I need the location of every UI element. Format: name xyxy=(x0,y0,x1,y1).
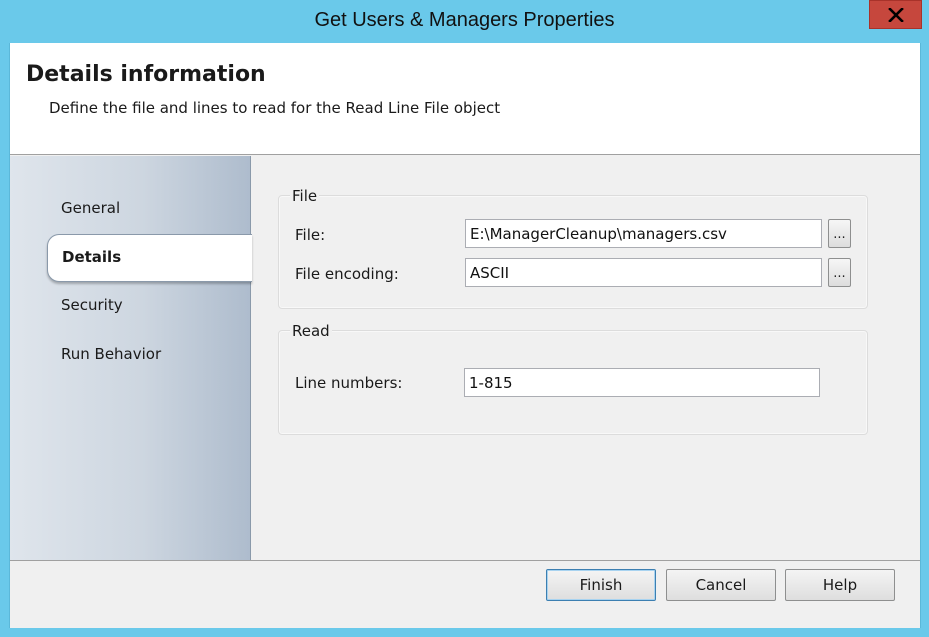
read-group-legend: Read xyxy=(290,322,332,340)
file-browse-button[interactable]: ... xyxy=(828,219,851,248)
close-button[interactable] xyxy=(869,0,922,29)
help-button[interactable]: Help xyxy=(785,569,895,601)
file-encoding-input[interactable] xyxy=(465,258,822,287)
file-encoding-label: File encoding: xyxy=(295,265,399,283)
page-subtitle: Define the file and lines to read for th… xyxy=(49,99,501,117)
sidebar-item-details[interactable]: Details xyxy=(47,234,252,282)
line-numbers-label: Line numbers: xyxy=(295,374,403,392)
dialog-footer: Finish Cancel Help xyxy=(10,560,920,628)
page-title: Details information xyxy=(26,62,266,87)
file-path-input[interactable] xyxy=(465,219,822,248)
sidebar-item-run-behavior[interactable]: Run Behavior xyxy=(61,345,161,363)
dialog-window: Details information Define the file and … xyxy=(9,43,921,628)
sidebar-item-security[interactable]: Security xyxy=(61,296,123,314)
file-label: File: xyxy=(295,226,326,244)
file-group-legend: File xyxy=(290,187,320,205)
finish-button[interactable]: Finish xyxy=(546,569,656,601)
wizard-header: Details information Define the file and … xyxy=(10,43,920,155)
encoding-browse-button[interactable]: ... xyxy=(828,258,851,287)
file-group: File File: ... File encoding: ... xyxy=(278,187,868,309)
sidebar-item-general[interactable]: General xyxy=(61,199,120,217)
cancel-button[interactable]: Cancel xyxy=(666,569,776,601)
window-title: Get Users & Managers Properties xyxy=(314,9,615,31)
sidebar-nav: General Details Security Run Behavior xyxy=(10,156,252,560)
close-icon xyxy=(887,7,904,22)
ellipsis-icon: ... xyxy=(833,227,846,242)
line-numbers-input[interactable] xyxy=(464,368,820,397)
ellipsis-icon: ... xyxy=(833,266,846,281)
read-group: Read Line numbers: xyxy=(278,322,868,435)
title-bar: Get Users & Managers Properties xyxy=(0,0,929,43)
sidebar-item-label: Details xyxy=(62,248,122,266)
